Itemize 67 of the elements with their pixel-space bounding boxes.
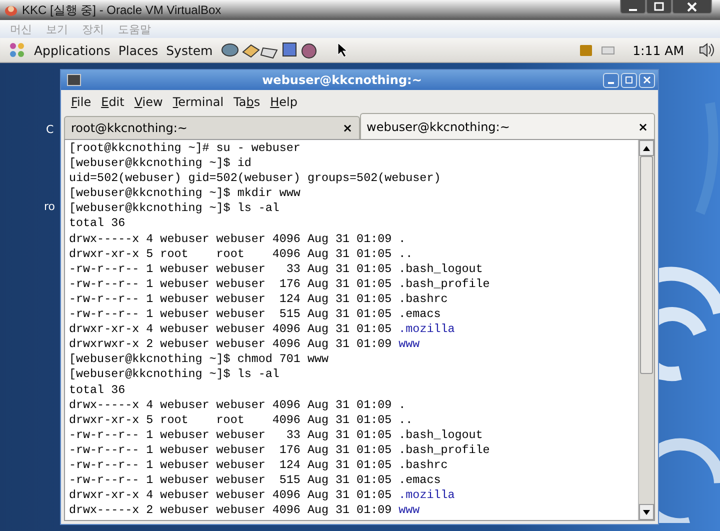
app-icon [4, 3, 18, 17]
terminal-line: -rw-r--r-- 1 webuser webuser 176 Aug 31 01:05 .bash_profile [69, 442, 491, 458]
terminal-line: total 36 [69, 382, 126, 398]
terminal-line: [root@kkcnothing ~]# su - webuser [69, 141, 302, 156]
terminal-line: -rw-r--r-- 1 webuser webuser 515 Aug 31 01:05 .emacs [69, 473, 442, 488]
terminal-line: -rw-r--r-- 1 webuser webuser 515 Aug 31 01:05 .emacs [69, 307, 442, 322]
terminal-line: drwx-----x 4 webuser webuser 4096 Aug 31 01:09 . [69, 398, 407, 413]
menu-item[interactable]: View [134, 95, 163, 109]
panel-menu[interactable]: System [166, 42, 213, 58]
tab-close-button[interactable]: × [638, 120, 648, 134]
terminal-line: -rw-r--r-- 1 webuser webuser 33 Aug 31 01:05 .bash_logout [69, 428, 484, 443]
terminal-icon [67, 74, 81, 86]
menu-item[interactable]: File [71, 95, 92, 109]
tab[interactable]: webuser@kkcnothing:~ × [360, 113, 655, 139]
window-title: webuser@kkcnothing:~ [261, 73, 423, 87]
cursor-icon [336, 42, 349, 58]
terminal-line: -rw-r--r-- 1 webuser webuser 124 Aug 31 01:05 .bashrc [69, 458, 449, 474]
terminal-line: drwx-----x 2 webuser webuser 4096 Aug 31 01:09 www [69, 503, 421, 518]
tab-label: webuser@kkcnothing:~ [366, 120, 510, 134]
terminal-line: -rw-r--r-- 1 webuser webuser 124 Aug 31 01:05 .bashrc [69, 292, 449, 308]
terminal-line: [webuser@kkcnothing ~]$ ls -al [69, 367, 280, 382]
volume-icon[interactable] [698, 42, 716, 58]
down-arrow-icon [643, 510, 650, 514]
desktop-icon-label: ro [44, 200, 56, 213]
minimize-icon [608, 82, 614, 84]
terminal-line: drwxr-xr-x 4 webuser webuser 4096 Aug 31 01:05 .mozilla [69, 322, 456, 338]
maximize-icon [654, 2, 664, 12]
terminal-line: total 36 [69, 216, 126, 232]
terminal-line: [webuser@kkcnothing ~]$ ls -al [69, 201, 280, 216]
close-button[interactable] [672, 0, 712, 14]
menu-item[interactable]: Help [270, 95, 298, 109]
terminal-line: drwxrwxr-x 2 webuser webuser 4096 Aug 31 01:09 www [69, 337, 421, 352]
clock[interactable]: 1:11 AM [632, 42, 684, 58]
terminal-line: drwxr-xr-x 5 root root 4096 Aug 31 01:05 .. [69, 246, 414, 262]
close-icon [687, 2, 697, 12]
terminal-line: -rw-r--r-- 1 webuser webuser 176 Aug 31 01:05 .bash_profile [69, 276, 491, 292]
applications-icon [8, 41, 26, 59]
menu-item[interactable]: Terminal [172, 95, 224, 109]
tab-label: root@kkcnothing:~ [71, 121, 188, 135]
desktop-icon-label: C [46, 123, 55, 136]
launcher-icons-drawing[interactable] [220, 40, 319, 60]
terminal-line: [webuser@kkcnothing ~]$ mkdir www [69, 186, 302, 202]
terminal-line: drwxr-xr-x 4 webuser webuser 4096 Aug 31 01:05 .mozilla [69, 488, 456, 504]
scrollbar[interactable] [638, 140, 654, 520]
maximize-icon [625, 76, 633, 84]
minimize-icon [629, 8, 637, 10]
menu-item[interactable]: Tabs [234, 95, 260, 109]
terminal-line: drwx-----x 4 webuser webuser 4096 Aug 31 01:09 . [69, 232, 407, 247]
minimize-button[interactable] [620, 0, 646, 14]
scrollbar-thumb[interactable] [640, 156, 653, 374]
scroll-down-button[interactable] [639, 504, 654, 520]
close-icon [643, 76, 651, 84]
window-title: KKC [실행 중] - Oracle VM VirtualBox [22, 2, 222, 18]
scroll-up-button[interactable] [639, 140, 654, 156]
package-icon[interactable] [578, 43, 593, 57]
panel-menu[interactable]: Places [118, 42, 158, 58]
terminal-line: [webuser@kkcnothing ~]$ chmod 701 www [69, 352, 330, 368]
menu-item[interactable]: Edit [101, 95, 124, 109]
terminal-line: -rw-r--r-- 1 webuser webuser 33 Aug 31 01:05 .bash_logout [69, 262, 484, 277]
tab[interactable]: root@kkcnothing:~ × [64, 116, 360, 139]
terminal-line: [webuser@kkcnothing ~]$ id [69, 156, 252, 172]
terminal-line: drwxr-xr-x 5 root root 4096 Aug 31 01:05 .. [69, 412, 414, 428]
maximize-button[interactable] [646, 0, 672, 14]
up-arrow-icon [643, 146, 650, 150]
panel-menu[interactable]: Applications [34, 42, 110, 58]
tab-close-button[interactable]: × [342, 121, 352, 135]
terminal-line: uid=502(webuser) gid=502(webuser) groups=502(webuser) [69, 171, 442, 186]
